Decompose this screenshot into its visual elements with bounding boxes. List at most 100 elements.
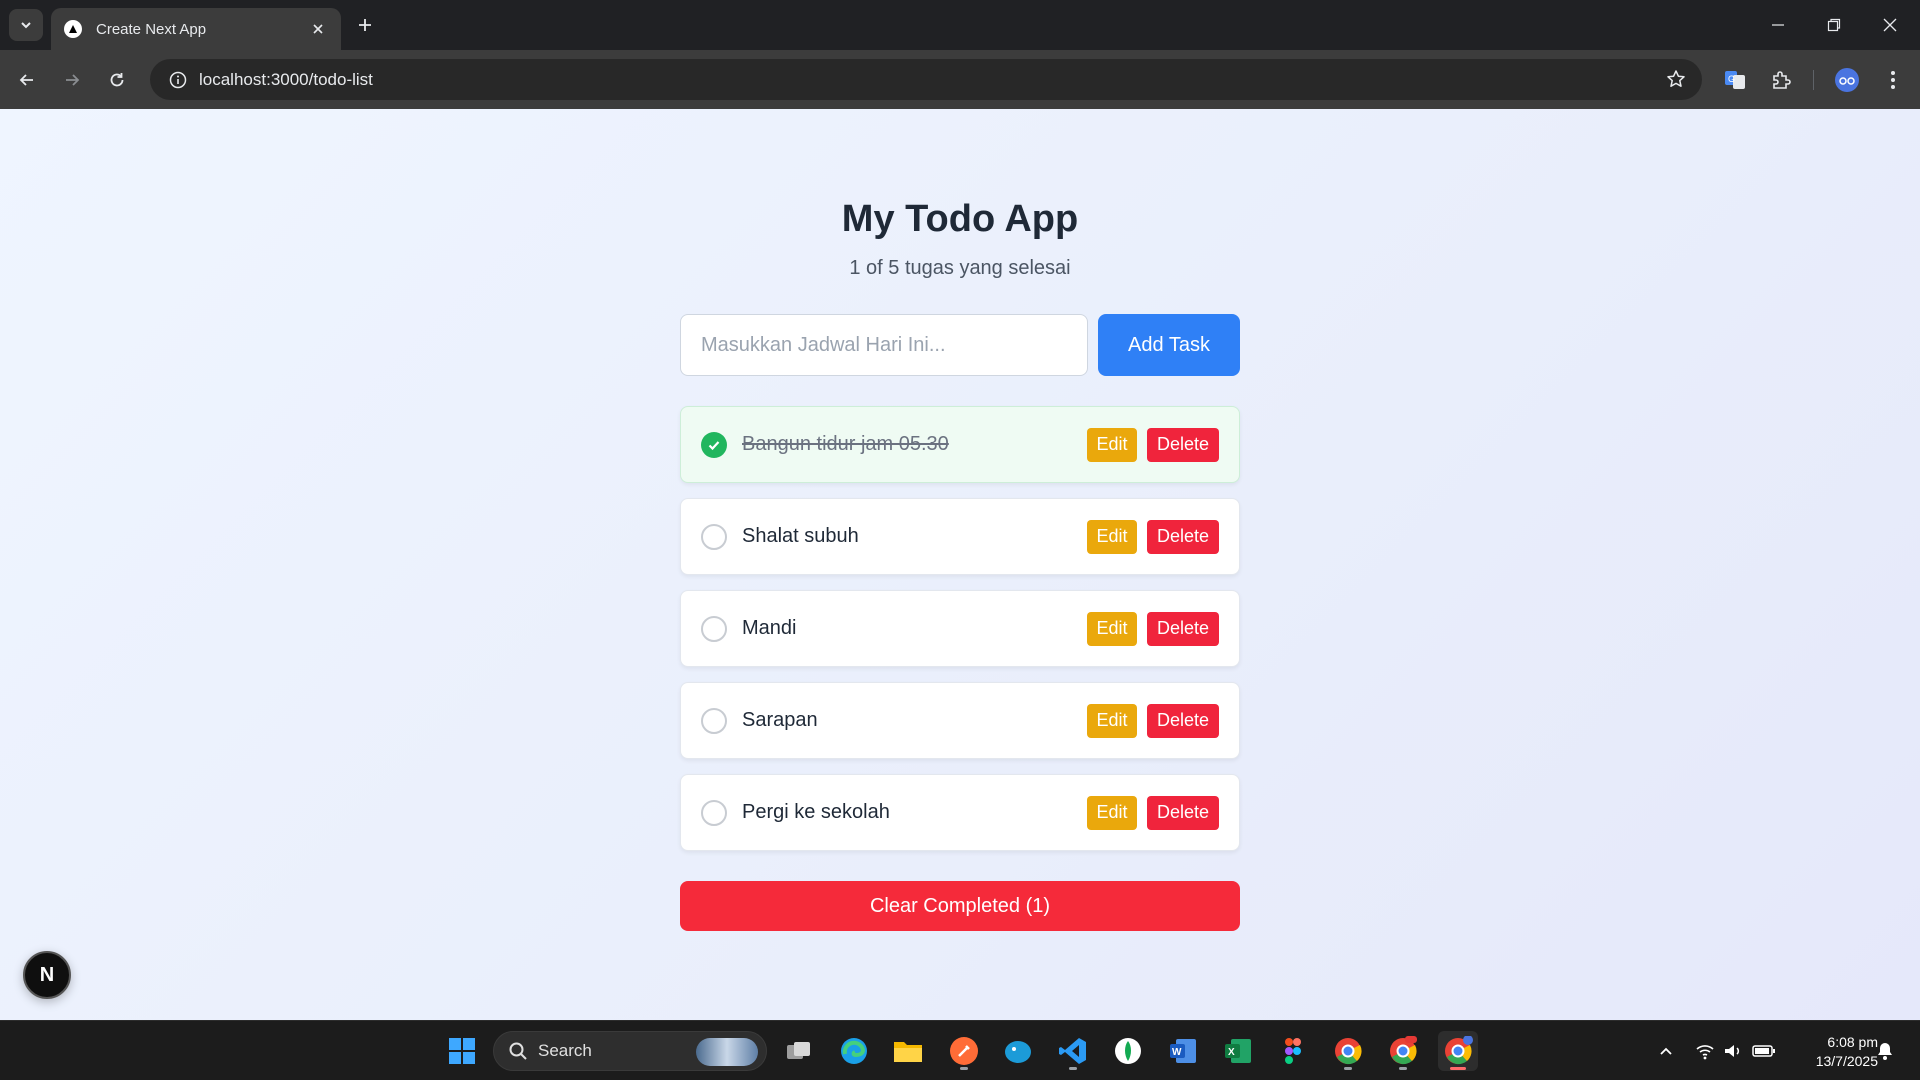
figma-icon[interactable] [1273,1031,1313,1071]
svg-text:G: G [1728,74,1735,84]
mongodb-compass-icon[interactable] [1108,1031,1148,1071]
running-indicator [1344,1067,1352,1070]
tab-close-icon[interactable] [305,16,331,42]
system-clock[interactable]: 6:08 pm 13/7/2025 [1788,1033,1878,1071]
edit-button[interactable]: Edit [1087,427,1137,462]
todo-checkbox[interactable] [701,615,727,642]
file-explorer-icon[interactable] [888,1031,928,1071]
minimize-button[interactable] [1750,0,1806,50]
chrome-profile-icon[interactable] [1383,1031,1423,1071]
edit-button[interactable]: Edit [1087,519,1137,554]
chevron-down-icon [21,22,31,29]
page-viewport: My Todo App 1 of 5 tugas yang selesai Ad… [0,109,1920,1020]
profile-avatar[interactable] [1830,63,1864,97]
edit-button[interactable]: Edit [1087,703,1137,738]
browser-tab-bar: Create Next App [0,0,1920,50]
address-bar[interactable]: localhost:3000/todo-list [150,59,1702,100]
minimize-icon [1772,24,1784,26]
extensions-puzzle-icon[interactable] [1764,63,1798,97]
new-task-input[interactable] [680,314,1088,376]
vscode-icon[interactable] [1053,1031,1093,1071]
arrow-left-icon [19,74,33,86]
restore-icon [1827,18,1841,32]
running-indicator [960,1067,968,1070]
back-button[interactable] [9,62,45,98]
chevron-up-icon[interactable] [1654,1039,1678,1063]
notification-bell-icon[interactable] [1873,1039,1897,1063]
delete-button[interactable]: Delete [1147,427,1219,462]
tableplus-icon[interactable] [998,1031,1038,1071]
restore-button[interactable] [1806,0,1862,50]
todo-text: Sarapan [742,709,818,731]
browser-menu-icon[interactable] [1876,63,1910,97]
delete-button[interactable]: Delete [1147,611,1219,646]
forward-button[interactable] [54,62,90,98]
todo-item: Mandi Edit Delete [680,590,1240,667]
active-tab[interactable]: Create Next App [51,8,341,50]
close-icon [1883,18,1897,32]
running-indicator [1399,1067,1407,1070]
todo-text: Bangun tidur jam 05.30 [742,433,949,455]
todo-text: Shalat subuh [742,525,859,547]
app-title: My Todo App [841,198,1079,240]
postman-icon[interactable] [944,1031,984,1071]
url-text: localhost:3000/todo-list [199,69,373,89]
new-tab-button[interactable] [350,10,380,40]
taskbar-search[interactable]: Search [493,1031,767,1071]
tab-search-button[interactable] [9,9,43,41]
windows-logo-icon [449,1038,475,1064]
close-window-button[interactable] [1862,0,1918,50]
bookmark-star-icon[interactable] [1666,69,1686,94]
tab-title: Create Next App [96,20,207,38]
todo-item: Shalat subuh Edit Delete [680,498,1240,575]
chrome-active-icon[interactable] [1438,1031,1478,1071]
reload-icon [110,73,124,87]
nextjs-dev-tools-button[interactable]: N [23,951,71,999]
search-highlight-image [696,1038,758,1066]
windows-taskbar: Search W X 6:08 pm 13/7/2025 [0,1020,1920,1080]
todo-text: Mandi [742,617,797,639]
delete-button[interactable]: Delete [1147,795,1219,830]
volume-icon[interactable] [1721,1039,1745,1063]
todo-checkbox[interactable] [701,523,727,550]
translate-extension-icon[interactable]: G [1718,63,1752,97]
reload-button[interactable] [99,62,135,98]
site-info-icon[interactable] [157,71,199,89]
todo-checkbox[interactable] [701,799,727,826]
arrow-right-icon [66,74,80,86]
search-icon [509,1042,527,1060]
edge-browser-icon[interactable] [834,1031,874,1071]
delete-button[interactable]: Delete [1147,703,1219,738]
clock-date: 13/7/2025 [1815,1053,1878,1069]
clock-time: 6:08 pm [1827,1034,1878,1050]
running-indicator [1069,1067,1077,1070]
todo-checkbox[interactable] [701,707,727,734]
word-icon[interactable]: W [1163,1031,1203,1071]
clear-completed-button[interactable]: Clear Completed (1) [680,881,1240,931]
nextjs-favicon-icon [64,20,82,38]
checkmark-icon [708,440,720,450]
delete-button[interactable]: Delete [1147,519,1219,554]
todo-checkbox-checked[interactable] [701,431,727,458]
plus-icon [359,19,371,31]
start-button[interactable] [442,1031,482,1071]
edit-button[interactable]: Edit [1087,795,1137,830]
todo-item: Sarapan Edit Delete [680,682,1240,759]
chrome-profile-icon[interactable] [1328,1031,1368,1071]
search-label: Search [538,1041,592,1060]
edit-button[interactable]: Edit [1087,611,1137,646]
battery-icon[interactable] [1752,1039,1776,1063]
svg-text:W: W [1172,1047,1182,1058]
todo-text: Pergi ke sekolah [742,801,890,823]
excel-icon[interactable]: X [1218,1031,1258,1071]
task-view-icon[interactable] [779,1031,819,1071]
todo-item: Bangun tidur jam 05.30 Edit Delete [680,406,1240,483]
running-indicator [1450,1067,1466,1070]
add-task-button[interactable]: Add Task [1098,314,1240,376]
svg-text:X: X [1228,1047,1235,1058]
todo-item: Pergi ke sekolah Edit Delete [680,774,1240,851]
progress-summary: 1 of 5 tugas yang selesai [849,257,1071,279]
toolbar-divider [1813,70,1814,90]
browser-toolbar: localhost:3000/todo-list G [0,50,1920,109]
wifi-icon[interactable] [1693,1039,1717,1063]
